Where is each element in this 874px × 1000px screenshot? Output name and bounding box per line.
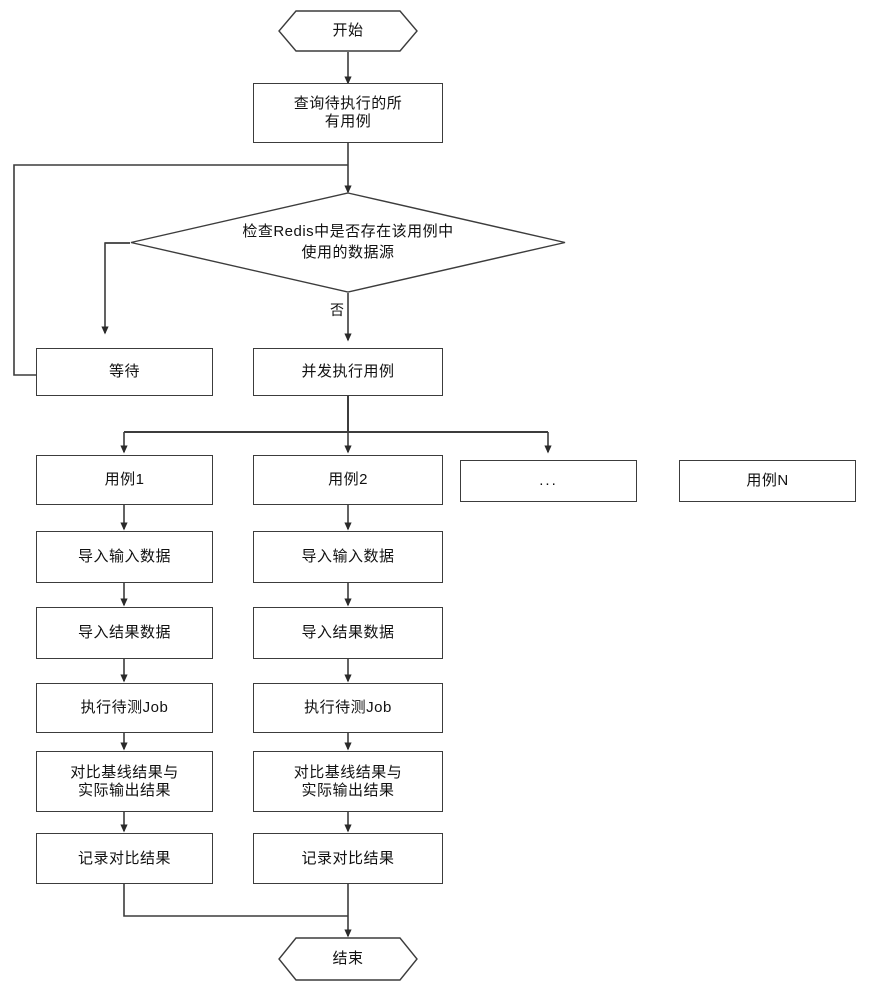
node-wait: 等待 xyxy=(36,348,213,396)
node-import-input-2-label: 导入输入数据 xyxy=(301,548,395,566)
node-run-job-2-label: 执行待测Job xyxy=(304,699,392,717)
node-case-n: 用例N xyxy=(679,460,856,502)
node-run-job-1-label: 执行待测Job xyxy=(80,699,169,717)
node-concurrent-exec: 并发执行用例 xyxy=(253,348,443,396)
node-compare-1: 对比基线结果与 实际输出结果 xyxy=(36,751,213,812)
node-import-input-2: 导入输入数据 xyxy=(253,531,443,583)
node-case-2-label: 用例2 xyxy=(328,471,368,489)
edge-label-no: 否 xyxy=(330,302,344,318)
node-case-ellipsis: ... xyxy=(460,460,637,502)
node-compare-2-label: 对比基线结果与 实际输出结果 xyxy=(293,763,403,799)
node-end-label: 结束 xyxy=(332,950,364,968)
node-case-1-label: 用例1 xyxy=(104,471,145,489)
node-compare-1-label: 对比基线结果与 实际输出结果 xyxy=(70,763,179,799)
node-concurrent-exec-label: 并发执行用例 xyxy=(301,363,395,381)
node-import-result-1-label: 导入结果数据 xyxy=(77,624,171,642)
node-start-label: 开始 xyxy=(332,22,364,40)
node-wait-label: 等待 xyxy=(108,363,140,381)
flowchart-canvas: 开始 查询待执行的所 有用例 检查Redis中是否存在该用例中 使用的数据源 否… xyxy=(0,0,874,1000)
node-record-2-label: 记录对比结果 xyxy=(301,849,395,867)
node-record-1: 记录对比结果 xyxy=(36,833,213,884)
node-case-1: 用例1 xyxy=(36,455,213,505)
node-query-cases-label: 查询待执行的所 有用例 xyxy=(293,95,403,130)
node-case-2: 用例2 xyxy=(253,455,443,505)
node-import-result-2: 导入结果数据 xyxy=(253,607,443,659)
node-start: 开始 xyxy=(278,10,418,52)
node-record-2: 记录对比结果 xyxy=(253,833,443,884)
node-end: 结束 xyxy=(278,937,418,981)
node-import-result-2-label: 导入结果数据 xyxy=(301,624,395,642)
node-run-job-2: 执行待测Job xyxy=(253,683,443,733)
node-check-redis: 检查Redis中是否存在该用例中 使用的数据源 xyxy=(130,192,566,293)
node-record-1-label: 记录对比结果 xyxy=(77,849,171,867)
node-check-redis-label: 检查Redis中是否存在该用例中 使用的数据源 xyxy=(242,223,454,261)
node-run-job-1: 执行待测Job xyxy=(36,683,213,733)
node-query-cases: 查询待执行的所 有用例 xyxy=(253,83,443,143)
node-compare-2: 对比基线结果与 实际输出结果 xyxy=(253,751,443,812)
node-import-input-1-label: 导入输入数据 xyxy=(77,548,171,566)
node-case-n-label: 用例N xyxy=(746,472,789,490)
node-case-ellipsis-label: ... xyxy=(539,472,558,490)
node-import-result-1: 导入结果数据 xyxy=(36,607,213,659)
node-import-input-1: 导入输入数据 xyxy=(36,531,213,583)
